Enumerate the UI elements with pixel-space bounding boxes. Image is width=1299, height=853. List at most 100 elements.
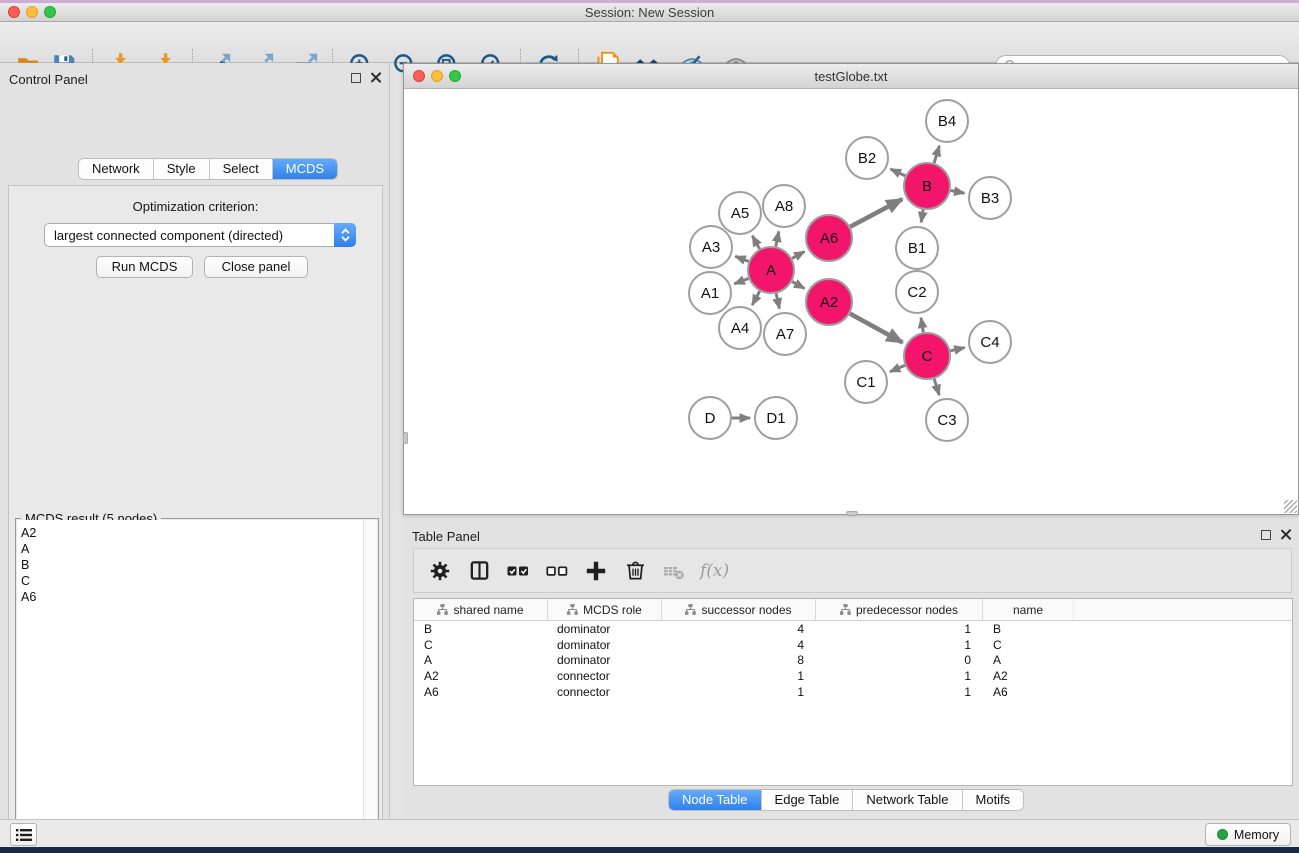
graph-node-A2[interactable]: A2 <box>806 279 852 325</box>
network-graph-canvas[interactable]: B4 B2 B B3 A8 A5 A6 A3 B1 A C2 A1 A2 A4A7 C4 C C1 D D1 C3 <box>404 89 1298 515</box>
mcds-result-item[interactable]: A <box>21 541 363 557</box>
function-builder-icon[interactable]: f(x) <box>700 558 729 584</box>
memory-status-icon <box>1217 829 1228 840</box>
graph-edge-C-C1[interactable] <box>890 365 905 371</box>
graph-edge-A-A1[interactable] <box>734 278 748 283</box>
graph-edge-C-C2[interactable] <box>921 318 923 333</box>
memory-button[interactable]: Memory <box>1205 823 1291 846</box>
table-header-row: shared name MCDS role successor nodesprede… <box>414 599 1292 621</box>
graph-node-D1[interactable]: D1 <box>755 397 797 439</box>
graph-edge-A-A6[interactable] <box>792 252 804 259</box>
graph-node-C4[interactable]: C4 <box>969 321 1011 363</box>
split-divider-handle[interactable] <box>403 432 408 444</box>
svg-text:C3: C3 <box>937 412 956 429</box>
result-list-scrollbar[interactable] <box>363 520 377 853</box>
graph-edge-A-A7[interactable] <box>776 293 779 308</box>
select-all-icon[interactable] <box>505 558 531 584</box>
table-settings-icon[interactable] <box>427 558 453 584</box>
table-cell: 0 <box>816 653 983 667</box>
graph-edge-A-A8[interactable] <box>776 231 779 246</box>
column-label: name <box>1013 603 1043 617</box>
graph-edge-A-A2[interactable] <box>792 282 804 289</box>
graph-node-D[interactable]: D <box>689 397 731 439</box>
graph-node-C1[interactable]: C1 <box>845 361 887 403</box>
tab-node-table[interactable]: Node Table <box>669 790 762 810</box>
graph-node-A8[interactable]: A8 <box>763 185 805 227</box>
mcds-result-item[interactable]: A2 <box>21 525 363 541</box>
table-cell: A6 <box>983 685 1074 699</box>
control-panel-tabs: NetworkStyleSelectMCDS <box>78 158 338 180</box>
delete-column-icon[interactable] <box>622 558 648 584</box>
window-resize-grip[interactable] <box>1284 500 1297 513</box>
graph-edge-A-A4[interactable] <box>752 291 759 305</box>
mcds-result-item[interactable]: C <box>21 573 363 589</box>
panel-list-button[interactable] <box>10 823 37 846</box>
table-row[interactable]: Bdominator41B <box>414 621 1292 637</box>
graph-node-A4[interactable]: A4 <box>719 307 761 349</box>
graph-node-A5[interactable]: A5 <box>719 192 761 234</box>
graph-edge-B-B2[interactable] <box>891 169 906 176</box>
tab-style[interactable]: Style <box>154 159 210 179</box>
deselect-all-icon[interactable] <box>544 558 570 584</box>
tab-motifs[interactable]: Motifs <box>963 790 1024 810</box>
graph-edge-A6-B[interactable] <box>850 199 902 227</box>
tab-network-table[interactable]: Network Table <box>853 790 962 810</box>
mcds-result-item[interactable]: B <box>21 557 363 573</box>
criterion-dropdown[interactable]: largest connected component (directed) <box>44 223 356 247</box>
close-panel-button[interactable]: Close panel <box>204 256 308 278</box>
graph-node-B1[interactable]: B1 <box>896 227 938 269</box>
column-header-successor-nodes[interactable]: successor nodes <box>662 599 816 620</box>
float-panel-icon[interactable] <box>1261 530 1271 540</box>
delete-table-icon[interactable] <box>661 558 687 584</box>
tab-select[interactable]: Select <box>210 159 273 179</box>
svg-text:A8: A8 <box>775 198 793 215</box>
tab-edge-table[interactable]: Edge Table <box>762 790 854 810</box>
graph-node-A7[interactable]: A7 <box>764 313 806 355</box>
close-panel-icon[interactable] <box>1280 529 1291 540</box>
network-window-titlebar[interactable]: testGlobe.txt <box>404 64 1298 89</box>
graph-node-B2[interactable]: B2 <box>846 137 888 179</box>
mcds-result-list[interactable]: A2ABCA6 <box>17 520 363 853</box>
column-tree-icon <box>685 604 696 615</box>
add-column-icon[interactable] <box>583 558 609 584</box>
float-panel-icon[interactable] <box>351 73 361 83</box>
graph-node-C[interactable]: C <box>904 333 950 379</box>
tab-mcds[interactable]: MCDS <box>273 159 337 179</box>
show-columns-icon[interactable] <box>466 558 492 584</box>
graph-node-A1[interactable]: A1 <box>689 272 731 314</box>
table-row[interactable]: A2connector11A2 <box>414 668 1292 684</box>
column-header-MCDS-role[interactable]: MCDS role <box>548 599 662 620</box>
run-mcds-button[interactable]: Run MCDS <box>96 256 193 278</box>
table-row[interactable]: Adominator80A <box>414 653 1292 669</box>
graph-node-B[interactable]: B <box>904 163 950 209</box>
graph-node-A6[interactable]: A6 <box>806 215 852 261</box>
graph-edge-A-A5[interactable] <box>752 236 759 249</box>
graph-edge-A-A3[interactable] <box>735 256 748 261</box>
graph-node-A[interactable]: A <box>748 247 794 293</box>
graph-edge-B-B1[interactable] <box>921 210 923 223</box>
graph-node-C3[interactable]: C3 <box>926 399 968 441</box>
graph-node-C2[interactable]: C2 <box>896 271 938 313</box>
mcds-result-item[interactable]: A6 <box>21 589 363 605</box>
window-titlebar[interactable]: Session: New Session <box>0 3 1299 22</box>
graph-node-B4[interactable]: B4 <box>926 100 968 142</box>
graph-edge-B-B3[interactable] <box>951 190 965 193</box>
table-cell: B <box>414 622 548 636</box>
svg-text:A1: A1 <box>701 285 719 302</box>
graph-edge-C-C3[interactable] <box>934 379 939 395</box>
table-row[interactable]: A6connector11A6 <box>414 684 1292 700</box>
desktop-background-bottom <box>0 847 1299 853</box>
split-divider-handle[interactable] <box>846 511 858 516</box>
graph-node-B3[interactable]: B3 <box>969 177 1011 219</box>
graph-node-A3[interactable]: A3 <box>690 226 732 268</box>
column-label: MCDS role <box>583 603 642 617</box>
graph-edge-B-B4[interactable] <box>934 146 939 163</box>
graph-edge-A2-C[interactable] <box>850 314 902 343</box>
column-header-name[interactable]: name <box>983 599 1074 620</box>
table-row[interactable]: Cdominator41C <box>414 637 1292 653</box>
close-panel-icon[interactable] <box>370 72 381 83</box>
column-header-shared-name[interactable]: shared name <box>414 599 548 620</box>
graph-edge-C-C4[interactable] <box>950 348 964 351</box>
tab-network[interactable]: Network <box>79 159 154 179</box>
column-header-predecessor-nodes[interactable]: predecessor nodes <box>816 599 983 620</box>
